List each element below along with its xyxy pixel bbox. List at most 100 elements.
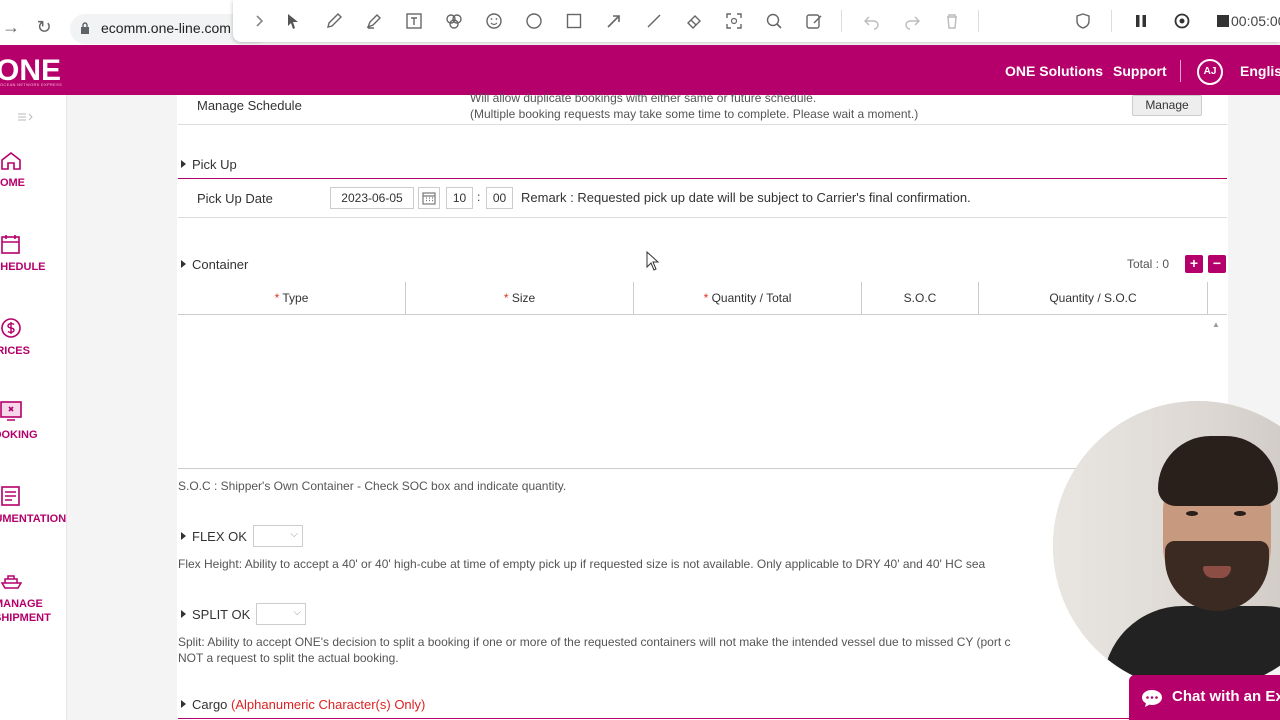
pickup-date-label: Pick Up Date xyxy=(197,191,273,206)
manage-button[interactable]: Manage xyxy=(1132,95,1202,116)
section-toggle-split[interactable]: SPLIT OK xyxy=(181,607,250,622)
column-label: Type xyxy=(282,291,309,305)
column-label: Quantity / Total xyxy=(711,291,792,305)
section-title: FLEX OK xyxy=(192,529,247,544)
header-link-support[interactable]: Support xyxy=(1113,63,1167,79)
recording-timer: 00:05:00 xyxy=(1231,13,1280,29)
highlighter-icon[interactable] xyxy=(364,11,384,31)
pause-icon[interactable] xyxy=(1131,11,1151,31)
section-title: SPLIT OK xyxy=(192,607,251,622)
toolbar-divider xyxy=(1111,10,1112,32)
section-toggle-container[interactable]: Container xyxy=(181,257,248,272)
text-tool-icon[interactable] xyxy=(404,11,424,31)
left-gutter xyxy=(67,95,177,720)
webcam-person-mouth xyxy=(1203,566,1231,578)
chat-button-label: Chat with an Ex xyxy=(1172,688,1280,705)
section-toggle-pickup[interactable]: Pick Up xyxy=(181,157,237,172)
redo-icon[interactable] xyxy=(902,11,922,31)
split-note-2: NOT a request to split the actual bookin… xyxy=(178,651,399,665)
expand-triangle-icon xyxy=(181,532,186,540)
pickup-remark: Remark : Requested pick up date will be … xyxy=(521,190,971,205)
column-header-soc: S.O.C xyxy=(862,282,979,315)
document-icon xyxy=(0,485,22,507)
section-title: Pick Up xyxy=(192,157,237,172)
manage-note-1: Will allow duplicate bookings with eithe… xyxy=(470,91,817,105)
booking-icon xyxy=(0,400,22,422)
shield-icon[interactable] xyxy=(1073,11,1093,31)
zoom-icon[interactable] xyxy=(764,11,784,31)
square-icon[interactable] xyxy=(564,11,584,31)
restart-icon[interactable] xyxy=(1172,11,1192,31)
language-selector[interactable]: English xyxy=(1240,63,1280,79)
chevron-down-icon: ⌵ xyxy=(293,607,301,618)
pen-icon[interactable] xyxy=(324,11,344,31)
pickup-hour-input[interactable]: 10 xyxy=(446,187,473,209)
soc-note: S.O.C : Shipper's Own Container - Check … xyxy=(178,479,567,493)
toolbar-divider xyxy=(978,10,979,32)
chevron-right-icon[interactable] xyxy=(249,11,269,31)
note-icon[interactable] xyxy=(804,11,824,31)
required-marker: * xyxy=(703,291,712,305)
expand-triangle-icon xyxy=(181,700,186,708)
chevron-down-icon: ⌵ xyxy=(290,529,298,540)
annotation-toolbar: 00:05:00 xyxy=(233,0,1280,42)
toolbar-divider xyxy=(841,10,842,32)
pickup-date-input[interactable]: 2023-06-05 xyxy=(330,187,414,209)
webcam-overlay xyxy=(1053,401,1280,691)
ship-icon xyxy=(0,570,23,592)
forward-icon[interactable]: → xyxy=(0,16,22,38)
nav-label: BOOKING xyxy=(0,429,38,441)
arrow-icon[interactable] xyxy=(604,11,624,31)
pointer-icon[interactable] xyxy=(283,11,303,31)
section-toggle-cargo[interactable]: Cargo (Alphanumeric Character(s) Only) xyxy=(181,697,425,712)
add-container-button[interactable]: + xyxy=(1185,255,1203,273)
expand-triangle-icon xyxy=(181,610,186,618)
time-separator: : xyxy=(477,190,481,204)
emoji-icon[interactable] xyxy=(484,11,504,31)
expand-triangle-icon xyxy=(181,160,186,168)
stop-icon[interactable] xyxy=(1213,11,1233,31)
cargo-note: (Alphanumeric Character(s) Only) xyxy=(231,697,426,712)
container-total: Total : 0 xyxy=(1127,257,1170,271)
dollar-icon xyxy=(0,317,22,339)
screenshot-icon[interactable] xyxy=(724,11,744,31)
header-link-solutions[interactable]: ONE Solutions xyxy=(1005,63,1103,79)
calendar-icon xyxy=(0,233,22,255)
eraser-icon[interactable] xyxy=(684,11,704,31)
webcam-person-eye xyxy=(1234,511,1246,516)
lock-icon xyxy=(81,22,89,34)
manage-schedule-label: Manage Schedule xyxy=(197,98,302,113)
undo-icon[interactable] xyxy=(862,11,882,31)
section-divider xyxy=(178,718,1227,719)
avatar[interactable]: AJ xyxy=(1197,59,1223,85)
calendar-picker-icon[interactable] xyxy=(418,187,440,209)
section-toggle-flex[interactable]: FLEX OK xyxy=(181,529,247,544)
pickup-minute-input[interactable]: 00 xyxy=(486,187,513,209)
column-label: Quantity / S.O.C xyxy=(1049,291,1137,305)
section-title: Container xyxy=(192,257,249,272)
url-text: ecomm.one-line.com xyxy=(101,20,231,36)
webcam-person-eye xyxy=(1186,511,1198,516)
line-icon[interactable] xyxy=(644,11,664,31)
logo-tagline: OCEAN NETWORK EXPRESS xyxy=(0,82,63,87)
trash-icon[interactable] xyxy=(942,11,962,31)
column-header-quantity-soc: Quantity / S.O.C xyxy=(979,282,1208,315)
nav-collapse-icon[interactable] xyxy=(0,111,36,123)
column-label: S.O.C xyxy=(903,291,937,305)
split-ok-select[interactable]: ⌵ xyxy=(256,603,306,625)
stamp-icon[interactable] xyxy=(444,11,464,31)
chat-bubble-icon xyxy=(1142,690,1162,707)
container-table-header: * Type * Size * Quantity / Total S.O.C Q… xyxy=(178,282,1227,315)
row-divider xyxy=(178,217,1227,218)
column-header-quantity: * Quantity / Total xyxy=(634,282,862,315)
flex-ok-select[interactable]: ⌵ xyxy=(253,525,303,547)
home-icon xyxy=(0,150,22,172)
remove-container-button[interactable]: − xyxy=(1208,255,1226,273)
reload-icon[interactable]: ↻ xyxy=(33,16,55,38)
header-divider xyxy=(1180,60,1181,82)
required-marker: * xyxy=(503,291,512,305)
expand-triangle-icon xyxy=(181,260,186,268)
nav-label: HOME xyxy=(0,177,25,189)
circle-icon[interactable] xyxy=(524,11,544,31)
scroll-up-icon[interactable]: ▲ xyxy=(1212,320,1220,329)
